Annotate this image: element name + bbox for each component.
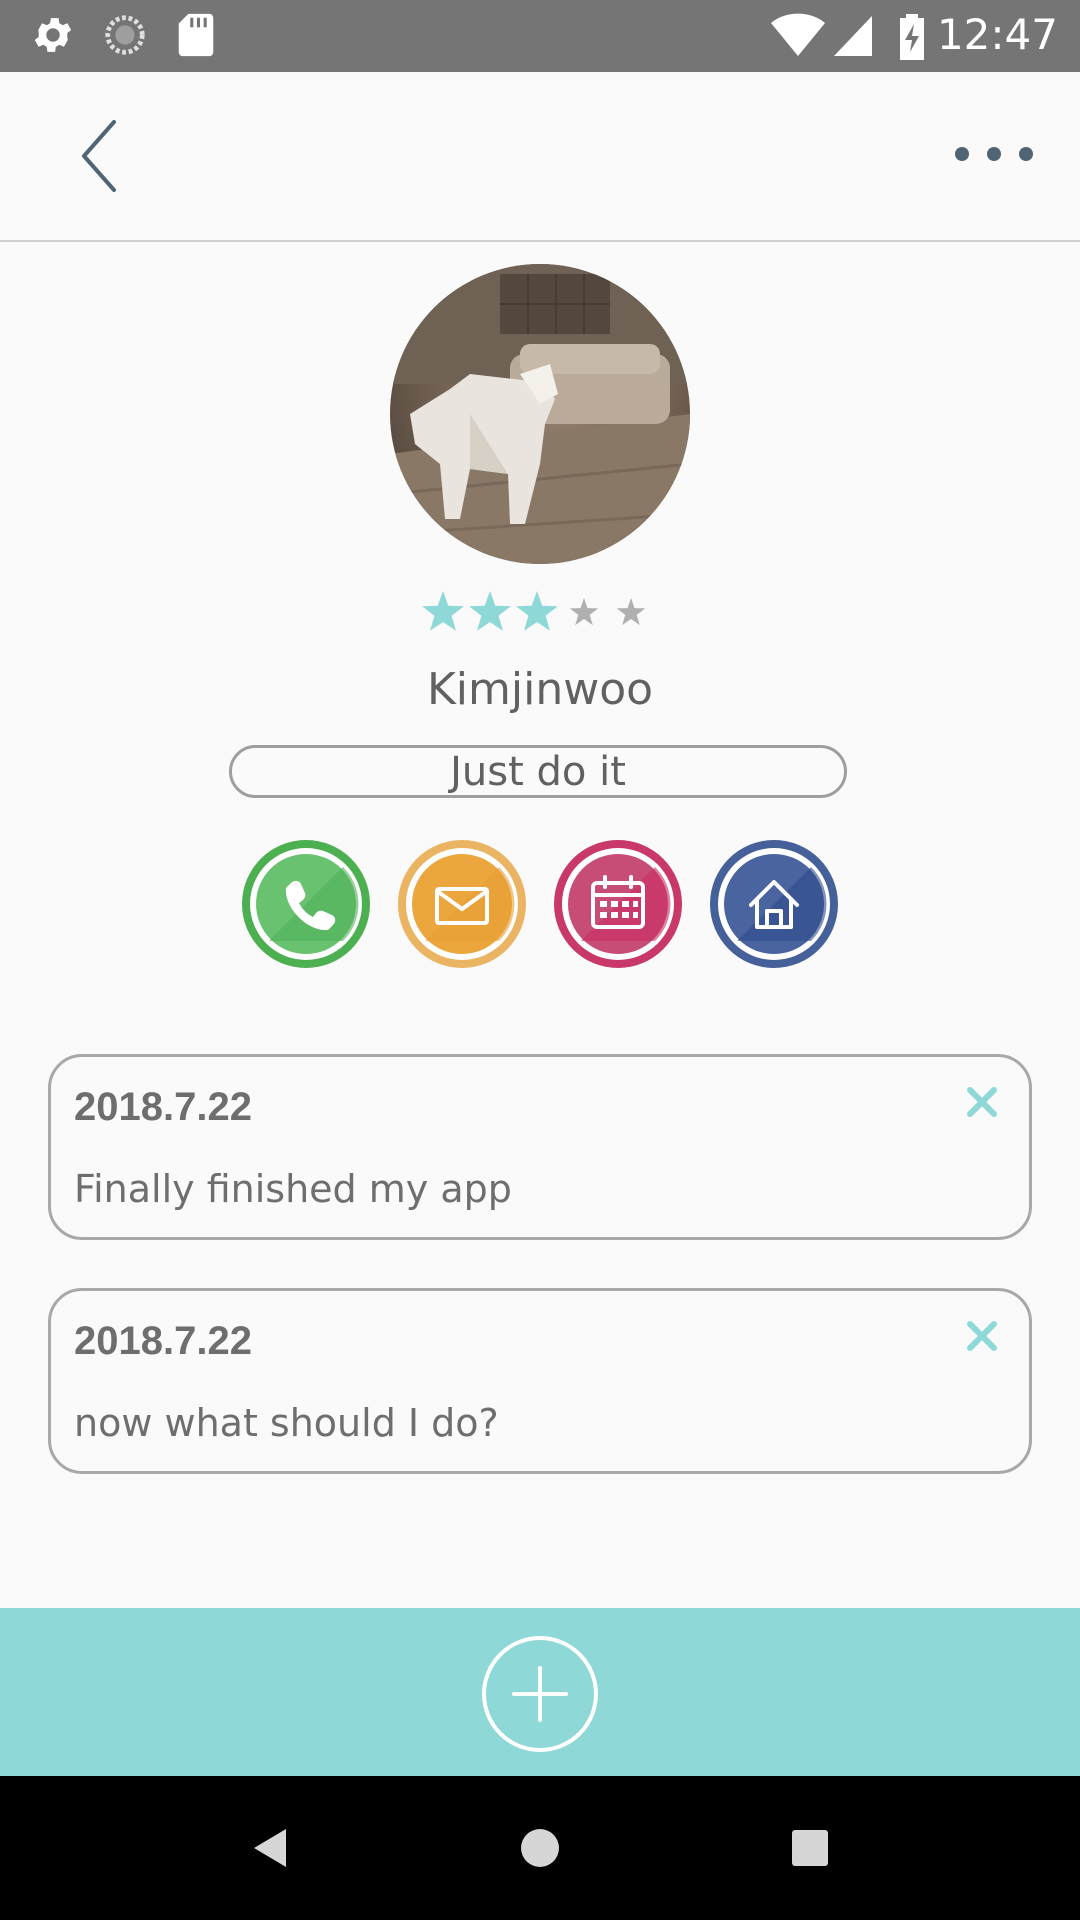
navigation-bar (0, 1776, 1080, 1920)
note-card: 2018.7.22 now what should I do? (48, 1288, 1032, 1474)
calendar-button[interactable] (551, 837, 685, 971)
signal-icon (834, 16, 872, 56)
status-time: 12:47 (936, 10, 1058, 59)
wifi-icon (771, 13, 825, 57)
mail-icon (398, 840, 526, 968)
back-button[interactable] (70, 118, 140, 194)
nav-recents-button[interactable] (791, 1829, 829, 1872)
note-date: 2018.7.22 (74, 1085, 252, 1129)
home-circle-icon (521, 1829, 559, 1867)
status-bar: 12:47 (0, 0, 1080, 72)
app-header (0, 72, 1080, 242)
close-icon (967, 1321, 997, 1351)
star-empty-icon (616, 598, 646, 626)
home-icon (710, 840, 838, 968)
sync-icon (105, 15, 145, 55)
phone-button[interactable] (239, 837, 373, 971)
note-delete-button[interactable] (965, 1085, 999, 1119)
chevron-left-icon (82, 120, 116, 192)
profile-name: Kimjinwoo (426, 664, 654, 715)
star-empty-icon (569, 598, 599, 626)
note-text: now what should I do? (74, 1401, 499, 1445)
sd-card-icon (178, 13, 214, 57)
star-filled-icon (422, 591, 464, 631)
add-bar (0, 1608, 1080, 1776)
calendar-icon (554, 840, 682, 968)
nav-home-button[interactable] (520, 1828, 560, 1873)
recents-icon (792, 1830, 828, 1866)
note-card: 2018.7.22 Finally finished my app (48, 1054, 1032, 1240)
phone-icon (242, 840, 370, 968)
settings-icon (34, 18, 72, 52)
note-date: 2018.7.22 (74, 1319, 252, 1363)
more-horizontal-icon (955, 147, 1033, 161)
star-filled-icon (469, 591, 511, 631)
note-delete-button[interactable] (965, 1319, 999, 1353)
avatar (390, 264, 690, 564)
close-icon (967, 1087, 997, 1117)
star-filled-icon (516, 591, 558, 631)
status-message: Just do it (229, 745, 847, 798)
battery-charging-icon (900, 14, 924, 60)
nav-back-button[interactable] (250, 1826, 290, 1875)
add-note-button[interactable] (480, 1634, 600, 1754)
back-icon (254, 1829, 286, 1867)
mail-button[interactable] (395, 837, 529, 971)
note-text: Finally finished my app (74, 1167, 512, 1211)
plus-icon (482, 1636, 598, 1752)
more-button[interactable] (950, 134, 1040, 174)
star-rating (420, 588, 660, 638)
home-button[interactable] (707, 837, 841, 971)
